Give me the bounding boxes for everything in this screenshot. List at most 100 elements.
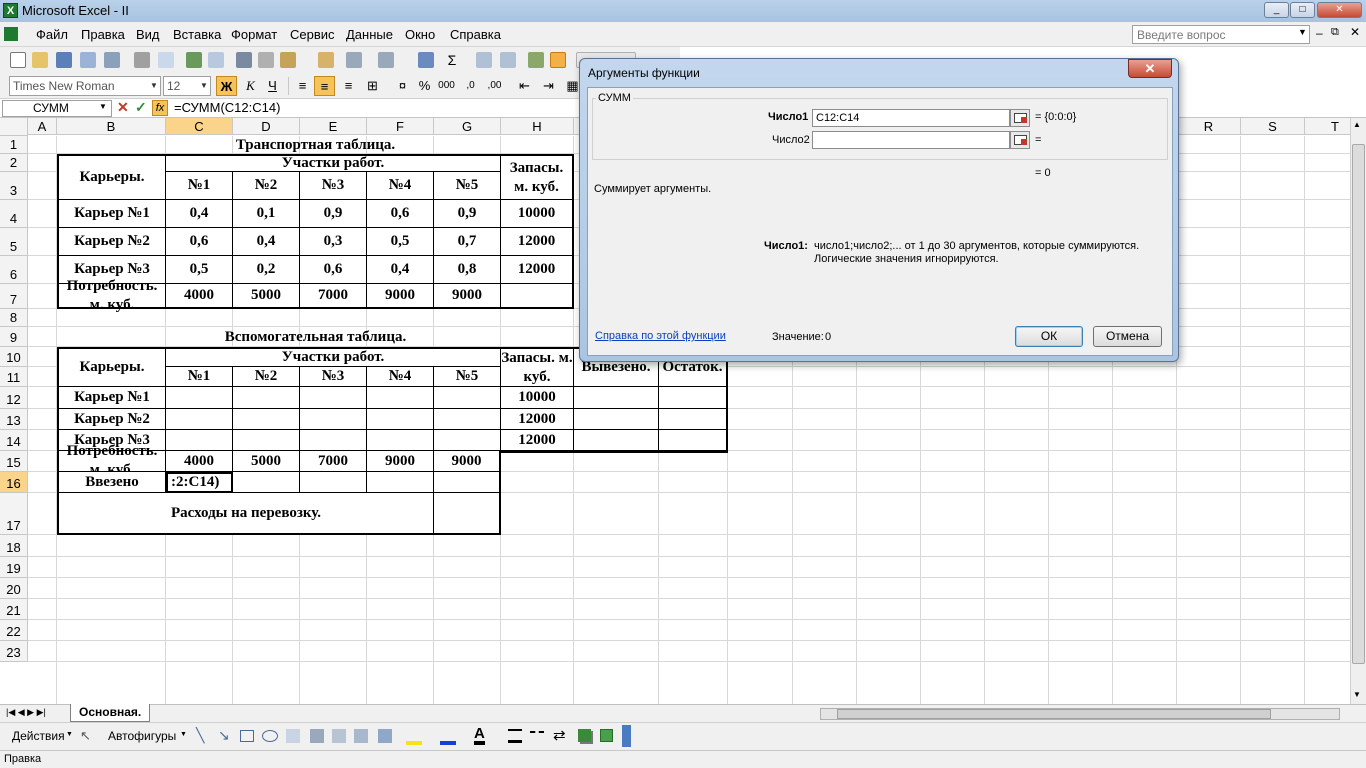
t2-col-header-2[interactable]: №2 bbox=[233, 367, 300, 387]
row-header-5[interactable]: 5 bbox=[0, 228, 28, 256]
font-size-combo[interactable]: 12 ▼ bbox=[163, 76, 211, 96]
cut-icon[interactable] bbox=[236, 52, 252, 68]
t2-need-cell[interactable]: 9000 bbox=[367, 451, 434, 472]
row-header-4[interactable]: 4 bbox=[0, 200, 28, 228]
column-header-d[interactable]: D bbox=[233, 118, 300, 135]
row-header-11[interactable]: 11 bbox=[0, 367, 28, 387]
t1-cell[interactable]: 0,6 bbox=[367, 200, 434, 228]
t1-cell[interactable]: 0,2 bbox=[233, 256, 300, 284]
shadow-style-icon[interactable] bbox=[578, 729, 591, 742]
autoshapes-menu[interactable]: Автофигуры bbox=[108, 729, 176, 743]
row-header-15[interactable]: 15 bbox=[0, 451, 28, 472]
oval-icon[interactable] bbox=[262, 730, 278, 742]
t2-col-header-3[interactable]: №3 bbox=[300, 367, 367, 387]
t2-cell[interactable] bbox=[367, 387, 434, 409]
diagram-icon[interactable] bbox=[332, 729, 346, 743]
merge-center-icon[interactable]: ⊞ bbox=[362, 76, 383, 96]
menu-tools[interactable]: Сервис bbox=[290, 27, 335, 42]
insert-function-icon[interactable]: fx bbox=[152, 100, 168, 116]
cancel-button[interactable]: Отмена bbox=[1093, 326, 1162, 347]
t1-stock-header[interactable]: Запасы. м. куб. bbox=[501, 154, 574, 200]
table1-title[interactable]: Транспортная таблица. bbox=[57, 136, 574, 154]
help-link[interactable]: Справка по этой функции bbox=[595, 330, 726, 342]
row-header-9[interactable]: 9 bbox=[0, 327, 28, 347]
t2-cell[interactable] bbox=[300, 409, 367, 430]
row-header-19[interactable]: 19 bbox=[0, 557, 28, 578]
row-header-2[interactable]: 2 bbox=[0, 154, 28, 172]
t2-exported-cell[interactable] bbox=[574, 387, 659, 409]
t1-stock-cell[interactable]: 12000 bbox=[501, 256, 574, 284]
t2-need-label[interactable]: Потребность. м. куб. bbox=[57, 443, 166, 478]
thousands-button[interactable]: 000 bbox=[436, 76, 457, 96]
maximize-button[interactable]: □ bbox=[1290, 2, 1315, 18]
t2-need-cell[interactable]: 9000 bbox=[434, 451, 501, 472]
t2-costs-label[interactable]: Расходы на перевозку. bbox=[57, 493, 434, 535]
t2-stock-header[interactable]: Запасы. м. куб. bbox=[501, 347, 574, 387]
t1-row-label[interactable]: Карьер №1 bbox=[57, 200, 166, 228]
menu-view[interactable]: Вид bbox=[136, 27, 160, 42]
t1-cell[interactable]: 0,6 bbox=[300, 256, 367, 284]
help-dropdown-icon[interactable]: ▼ bbox=[1298, 27, 1307, 37]
column-header-b[interactable]: B bbox=[57, 118, 166, 135]
t1-cell[interactable]: 0,7 bbox=[434, 228, 501, 256]
t1-col-header-2[interactable]: №2 bbox=[233, 172, 300, 200]
drawing-icon[interactable] bbox=[550, 52, 566, 68]
chevron-down-icon[interactable]: ▼ bbox=[66, 731, 73, 738]
sort-asc-icon[interactable] bbox=[476, 52, 492, 68]
t2-costs-value[interactable] bbox=[434, 493, 501, 535]
line-icon[interactable]: ╲ bbox=[196, 727, 204, 744]
t1-cell[interactable]: 0,9 bbox=[434, 200, 501, 228]
3d-style-icon[interactable] bbox=[600, 729, 613, 742]
t2-imported-cell[interactable] bbox=[233, 472, 300, 493]
arg2-input[interactable] bbox=[812, 131, 1010, 149]
line-style-icon[interactable] bbox=[508, 729, 522, 743]
t2-stock-cell[interactable]: 10000 bbox=[501, 387, 574, 409]
t2-imported-label[interactable]: Ввезено bbox=[57, 472, 166, 493]
align-left-icon[interactable]: ≡ bbox=[292, 76, 313, 96]
permission-icon[interactable] bbox=[80, 52, 96, 68]
row-header-17[interactable]: 17 bbox=[0, 493, 28, 535]
t2-imported-cell[interactable] bbox=[434, 472, 501, 493]
row-header-20[interactable]: 20 bbox=[0, 578, 28, 599]
column-header-a[interactable]: A bbox=[28, 118, 57, 135]
table2-title[interactable]: Вспомогательная таблица. bbox=[57, 327, 574, 347]
chart-wizard-icon[interactable] bbox=[528, 52, 544, 68]
cancel-icon[interactable]: ✕ bbox=[117, 99, 129, 116]
arrow-style-icon[interactable]: ⇄ bbox=[553, 726, 566, 744]
print-icon[interactable] bbox=[134, 52, 150, 68]
format-painter-icon[interactable] bbox=[318, 52, 334, 68]
toolbar-options-icon[interactable] bbox=[622, 725, 631, 747]
print-preview-icon[interactable] bbox=[158, 52, 174, 68]
column-header-f[interactable]: F bbox=[367, 118, 434, 135]
t2-bottom-border[interactable] bbox=[501, 451, 728, 453]
horizontal-scrollbar[interactable] bbox=[820, 708, 1340, 720]
line-color-icon[interactable] bbox=[440, 729, 456, 745]
actions-menu[interactable]: Действия bbox=[12, 729, 65, 743]
t2-stock-cell[interactable]: 12000 bbox=[501, 430, 574, 451]
currency-icon[interactable]: ¤ bbox=[392, 76, 413, 96]
doc-restore-icon[interactable]: ⧉ bbox=[1331, 26, 1339, 39]
t1-cell[interactable]: 0,1 bbox=[233, 200, 300, 228]
sort-desc-icon[interactable] bbox=[500, 52, 516, 68]
increase-indent-icon[interactable]: ⇥ bbox=[538, 76, 559, 96]
menu-format[interactable]: Формат bbox=[231, 27, 277, 42]
t2-col-header-1[interactable]: №1 bbox=[166, 367, 233, 387]
t1-sections-header[interactable]: Участки работ. bbox=[166, 154, 501, 172]
row-header-1[interactable]: 1 bbox=[0, 136, 28, 154]
t1-stock-cell[interactable]: 10000 bbox=[501, 200, 574, 228]
font-color-icon[interactable]: A bbox=[474, 726, 485, 745]
t2-cell[interactable] bbox=[434, 387, 501, 409]
research-icon[interactable] bbox=[208, 52, 224, 68]
t1-cell[interactable]: 0,9 bbox=[300, 200, 367, 228]
open-icon[interactable] bbox=[32, 52, 48, 68]
t2-cell[interactable] bbox=[300, 387, 367, 409]
row-header-21[interactable]: 21 bbox=[0, 599, 28, 620]
t2-col-header-4[interactable]: №4 bbox=[367, 367, 434, 387]
row-header-18[interactable]: 18 bbox=[0, 535, 28, 557]
t1-need-cell[interactable]: 9000 bbox=[367, 284, 434, 309]
t1-careers-header[interactable]: Карьеры. bbox=[57, 154, 166, 200]
doc-close-icon[interactable]: ✕ bbox=[1350, 25, 1360, 39]
column-header-c[interactable]: C bbox=[166, 118, 233, 135]
t2-cell[interactable] bbox=[233, 409, 300, 430]
dash-style-icon[interactable] bbox=[530, 731, 544, 741]
